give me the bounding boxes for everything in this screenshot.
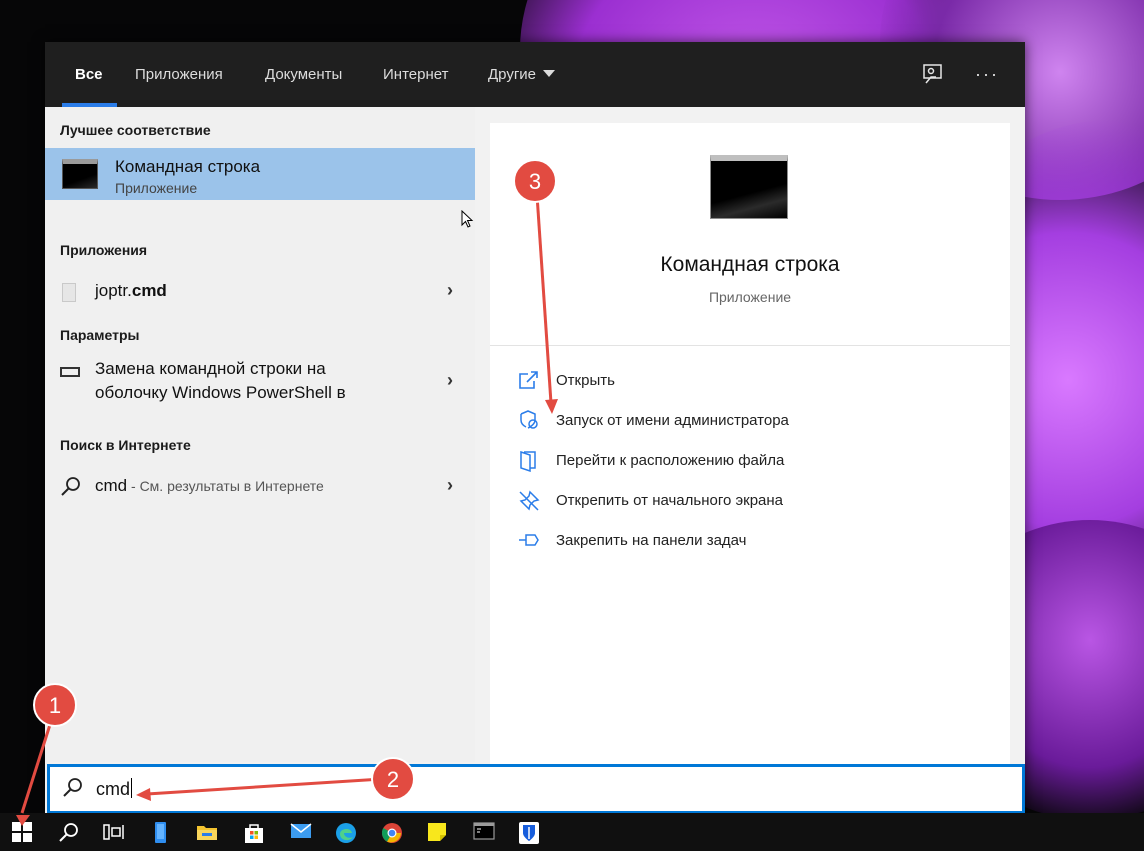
app-result-prefix: joptr. — [95, 281, 132, 300]
action-run-as-admin-label: Запуск от имени администратора — [556, 412, 789, 429]
taskbar — [0, 813, 1144, 851]
more-options-icon[interactable]: ··· — [975, 64, 999, 85]
best-match-subtitle: Приложение — [115, 180, 198, 196]
file-explorer-icon — [197, 826, 217, 840]
setting-line-2: оболочку Windows PowerShell в — [95, 383, 346, 402]
tab-all[interactable]: Все — [75, 66, 103, 83]
store-icon — [245, 824, 263, 843]
app-result-name: joptr.cmd — [95, 281, 167, 301]
terminal-icon — [473, 822, 495, 840]
chevron-right-icon[interactable]: › — [447, 280, 453, 301]
best-match-item[interactable]: Командная строка Приложение — [45, 148, 475, 228]
pin-icon — [519, 534, 539, 546]
command-prompt-icon — [62, 159, 98, 189]
edge-icon — [336, 823, 356, 843]
app-result-bold: cmd — [131, 281, 167, 300]
action-run-as-admin[interactable]: Запуск от имени администратора — [518, 410, 978, 432]
section-apps: Приложения — [60, 242, 148, 258]
settings-keyboard-icon — [60, 367, 80, 377]
list-item-web[interactable]: cmd - См. результаты в Интернете › — [45, 467, 475, 505]
search-tabs-bar: Все Приложения Документы Интернет Другие… — [45, 42, 1025, 107]
taskbar-file-explorer[interactable] — [184, 813, 228, 851]
taskbar-chrome[interactable] — [369, 813, 413, 851]
unpin-icon — [519, 490, 540, 511]
search-query-text: cmd — [96, 779, 131, 799]
taskbar-search-button[interactable] — [46, 813, 90, 851]
mouse-cursor-icon — [461, 210, 474, 228]
chevron-right-icon[interactable]: › — [447, 475, 453, 496]
text-cursor — [131, 778, 133, 798]
action-pin-taskbar[interactable]: Закрепить на панели задач — [518, 530, 978, 552]
tab-documents[interactable]: Документы — [265, 66, 342, 83]
task-view-icon — [103, 824, 124, 840]
taskbar-edge[interactable] — [323, 813, 367, 851]
action-open-file-location-label: Перейти к расположению файла — [556, 452, 785, 469]
action-open-label: Открыть — [556, 372, 615, 389]
taskbar-command-prompt[interactable] — [461, 813, 505, 851]
preview-pane: Командная строка Приложение Открыть Запу… — [490, 123, 1010, 764]
preview-card: Командная строка Приложение — [490, 123, 1010, 346]
section-web: Поиск в Интернете — [60, 437, 191, 453]
web-result-suffix: - См. результаты в Интернете — [127, 478, 324, 494]
preview-subtitle: Приложение — [708, 289, 792, 305]
chevron-down-icon — [543, 70, 556, 77]
section-best-match: Лучшее соответствие — [60, 122, 211, 138]
mail-icon — [290, 823, 312, 838]
list-item-app[interactable]: joptr.cmd › — [45, 272, 475, 310]
preview-title: Командная строка — [660, 253, 840, 276]
action-open-file-location[interactable]: Перейти к расположению файла — [518, 450, 978, 472]
file-location-icon — [520, 450, 536, 472]
taskbar-mail[interactable] — [278, 813, 322, 851]
phone-icon — [155, 822, 166, 843]
taskbar-sticky-notes[interactable] — [415, 813, 459, 851]
start-button[interactable] — [0, 813, 44, 851]
taskbar-store[interactable] — [231, 813, 275, 851]
windows-logo-icon — [12, 822, 32, 842]
feedback-icon[interactable] — [921, 62, 945, 86]
command-prompt-large-icon — [710, 155, 788, 219]
tab-apps[interactable]: Приложения — [135, 66, 223, 83]
action-pin-taskbar-label: Закрепить на панели задач — [556, 532, 747, 549]
tab-internet[interactable]: Интернет — [383, 66, 448, 83]
bitwarden-icon — [519, 822, 539, 844]
task-view-button[interactable] — [91, 813, 135, 851]
section-settings: Параметры — [60, 327, 140, 343]
action-unpin-start[interactable]: Открепить от начального экрана — [518, 490, 978, 512]
chrome-icon — [381, 823, 402, 843]
action-open[interactable]: Открыть — [518, 370, 978, 392]
taskbar-bitwarden[interactable] — [507, 813, 551, 851]
search-input-value: cmd — [96, 778, 133, 800]
sticky-notes-icon — [428, 823, 446, 841]
file-icon — [62, 283, 76, 302]
shield-icon — [520, 410, 538, 429]
open-icon — [519, 371, 538, 389]
search-panel: Все Приложения Документы Интернет Другие… — [45, 42, 1025, 814]
search-icon — [63, 778, 82, 797]
action-unpin-start-label: Открепить от начального экрана — [556, 492, 784, 509]
taskbar-phone-app[interactable] — [138, 813, 182, 851]
web-result-text: cmd - См. результаты в Интернете — [95, 476, 324, 496]
web-result-query: cmd — [95, 476, 128, 495]
results-list: Лучшее соответствие Командная строка При… — [45, 107, 475, 762]
tab-more[interactable]: Другие — [488, 66, 556, 83]
setting-line-1: Замена командной строки на — [95, 359, 326, 378]
list-item-setting[interactable]: Замена командной строки на оболочку Wind… — [45, 357, 475, 412]
search-input[interactable]: cmd — [47, 764, 1025, 814]
search-icon — [59, 823, 78, 842]
tab-more-label: Другие — [488, 66, 537, 83]
search-icon — [61, 477, 80, 496]
best-match-title: Командная строка — [115, 157, 261, 176]
chevron-right-icon[interactable]: › — [447, 370, 453, 391]
